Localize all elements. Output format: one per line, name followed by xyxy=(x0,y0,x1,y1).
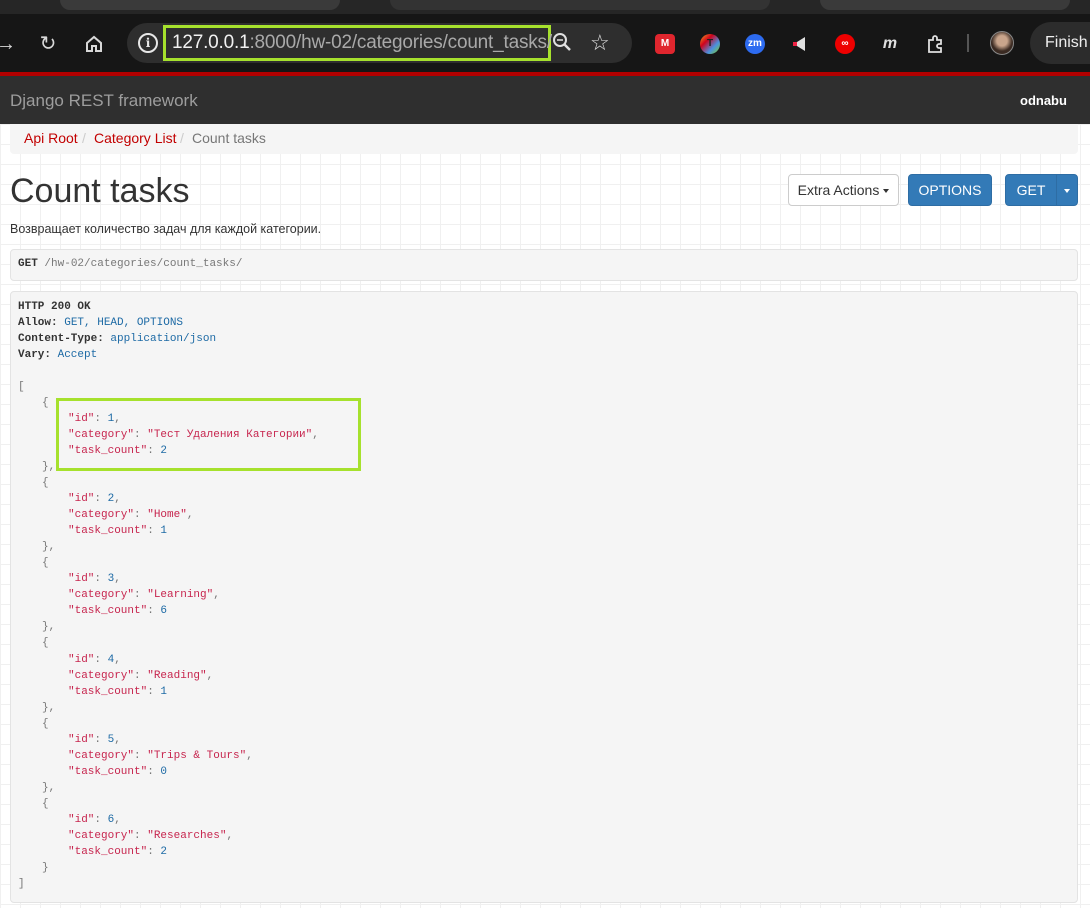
brand-link[interactable]: Django REST framework xyxy=(10,91,198,111)
json-object-close: } xyxy=(42,862,49,874)
header-value: Accept xyxy=(57,349,98,361)
extra-actions-label: Extra Actions xyxy=(797,182,880,198)
extension-megaphone-icon[interactable] xyxy=(790,34,810,54)
json-task-count: "task_count": 6 xyxy=(68,605,168,617)
json-id: "id": 3, xyxy=(68,573,121,585)
browser-tab[interactable] xyxy=(820,0,1070,10)
json-category: "category": "Trips & Tours", xyxy=(68,750,253,762)
extension-t-icon[interactable]: T xyxy=(700,34,720,54)
breadcrumb-count-tasks: Count tasks xyxy=(192,130,266,146)
get-button[interactable]: GET xyxy=(1005,174,1057,206)
json-id: "id": 4, xyxy=(68,654,121,666)
response-header-allow: Allow: GET, HEAD, OPTIONS xyxy=(18,317,184,329)
back-arrow-icon[interactable]: → xyxy=(0,34,18,58)
reload-icon[interactable]: ↻ xyxy=(36,34,60,58)
json-category: "category": "Home", xyxy=(68,509,194,521)
extension-zm-icon[interactable]: zm xyxy=(745,34,765,54)
json-task-count: "task_count": 0 xyxy=(68,766,168,778)
json-object-open: { xyxy=(42,637,49,649)
header-name: Allow xyxy=(18,317,52,329)
response-status: HTTP 200 OK xyxy=(18,301,91,313)
json-object-close: }, xyxy=(42,782,56,794)
json-object-close: }, xyxy=(42,702,56,714)
header-name: Vary xyxy=(18,349,45,361)
header-name: Content-Type xyxy=(18,333,98,345)
options-button[interactable]: OPTIONS xyxy=(908,174,992,206)
json-id: "id": 6, xyxy=(68,814,121,826)
json-task-count: "task_count": 2 xyxy=(68,846,168,858)
breadcrumb-separator: / xyxy=(82,130,86,146)
toolbar-divider xyxy=(967,34,969,52)
finish-update-button[interactable]: Finish u xyxy=(1030,22,1090,64)
request-path: /hw-02/categories/count_tasks/ xyxy=(44,258,243,270)
header-value: application/json xyxy=(110,333,217,345)
browser-tab[interactable] xyxy=(390,0,770,10)
json-category: "category": "Reading", xyxy=(68,670,214,682)
json-object-close: }, xyxy=(42,621,56,633)
breadcrumb-separator: / xyxy=(180,130,184,146)
url-text[interactable]: 127.0.0.1:8000/hw-02/categories/count_ta… xyxy=(172,32,552,54)
json-object-open: { xyxy=(42,798,49,810)
json-id: "id": 5, xyxy=(68,734,121,746)
extension-infinity-icon[interactable]: ∞ xyxy=(835,34,855,54)
json-object-close: }, xyxy=(42,541,56,553)
json-category: "category": "Researches", xyxy=(68,830,234,842)
response-header-content-type: Content-Type: application/json xyxy=(18,333,217,345)
home-icon[interactable] xyxy=(82,34,106,58)
site-info-icon[interactable]: i xyxy=(138,33,158,53)
extra-actions-button[interactable]: Extra Actions xyxy=(788,174,899,206)
extension-red-icon[interactable]: M xyxy=(655,34,675,54)
browser-tab[interactable] xyxy=(60,0,340,10)
json-object-open: { xyxy=(42,718,49,730)
json-object-close: }, xyxy=(42,461,56,473)
url-path: :8000/hw-02/categories/count_tasks/ xyxy=(249,32,552,53)
json-object-open: { xyxy=(42,477,49,489)
header-value: GET, HEAD, OPTIONS xyxy=(64,317,184,329)
request-method: GET xyxy=(18,258,38,270)
profile-avatar-icon[interactable] xyxy=(990,31,1014,55)
tab-strip xyxy=(0,0,1090,14)
json-task-count: "task_count": 1 xyxy=(68,525,168,537)
bookmark-star-icon[interactable]: ☆ xyxy=(590,30,610,56)
json-object-open: { xyxy=(42,397,49,409)
caret-down-icon xyxy=(1064,188,1070,193)
get-format-dropdown[interactable] xyxy=(1056,174,1078,206)
response-header-vary: Vary: Accept xyxy=(18,349,98,361)
page-title: Count tasks xyxy=(10,172,190,210)
page-description: Возвращает количество задач для каждой к… xyxy=(10,222,322,236)
json-id: "id": 2, xyxy=(68,493,121,505)
json-open-bracket: [ xyxy=(18,381,25,393)
extension-m-icon[interactable]: m xyxy=(880,34,900,54)
caret-down-icon xyxy=(883,189,890,194)
breadcrumb-api-root[interactable]: Api Root xyxy=(24,130,78,146)
json-close-bracket: ] xyxy=(18,878,25,890)
request-line: GET /hw-02/categories/count_tasks/ xyxy=(18,258,242,270)
url-host: 127.0.0.1 xyxy=(172,32,250,53)
json-category: "category": "Learning", xyxy=(68,589,220,601)
extensions-icon[interactable] xyxy=(925,34,945,54)
zoom-icon[interactable] xyxy=(552,32,572,57)
json-object-open: { xyxy=(42,557,49,569)
breadcrumb-category-list[interactable]: Category List xyxy=(94,130,176,146)
highlight-box xyxy=(56,398,361,471)
json-task-count: "task_count": 1 xyxy=(68,686,168,698)
user-menu[interactable]: odnabu xyxy=(1020,93,1067,108)
